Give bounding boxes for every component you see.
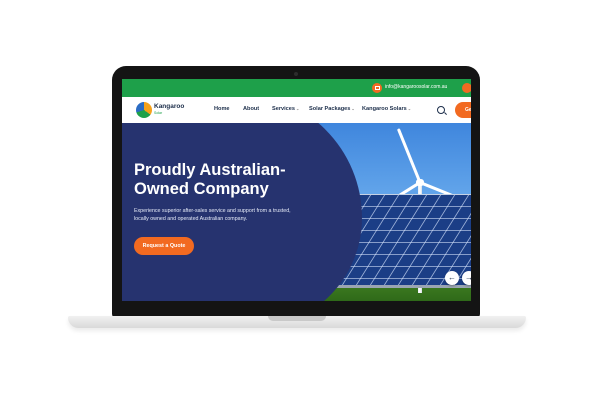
chevron-down-icon: ⌄ <box>351 106 355 111</box>
hero-subtitle: Experience superior after-sales service … <box>134 208 291 222</box>
laptop-notch <box>268 316 326 321</box>
camera-icon <box>294 72 298 76</box>
navbar: Kangaroo Solar Home About Services⌄ Sola… <box>122 97 471 123</box>
hero-title: Proudly Australian-Owned Company <box>134 161 286 198</box>
social-icon[interactable] <box>462 83 471 93</box>
chevron-down-icon: ⌄ <box>407 106 412 111</box>
hero-banner: Proudly Australian-Owned Company Experie… <box>122 123 471 301</box>
nav-item-kangaroo-solars[interactable]: Kangaroo Solars⌄ <box>362 106 411 112</box>
search-icon[interactable] <box>437 106 445 114</box>
turbine-blade <box>396 128 422 184</box>
request-quote-button[interactable]: Request a Quote <box>134 237 194 255</box>
nav-item-solar-packages[interactable]: Solar Packages⌄ <box>309 106 355 112</box>
slider-next-icon[interactable]: → <box>462 271 471 285</box>
mail-icon <box>372 83 382 93</box>
logo-name[interactable]: Kangaroo <box>154 103 184 110</box>
chevron-down-icon: ⌄ <box>296 106 300 111</box>
laptop-screen: info@kangaroosolar.com.au Kangaroo Solar… <box>122 79 471 301</box>
logo-subtitle: Solar <box>154 111 163 115</box>
top-bar: info@kangaroosolar.com.au <box>122 79 471 97</box>
slider-prev-icon[interactable]: ← <box>445 271 459 285</box>
nav-cta-button[interactable]: Get <box>455 102 471 118</box>
turbine-hub <box>416 179 424 186</box>
nav-item-home[interactable]: Home <box>214 106 230 112</box>
topbar-email[interactable]: info@kangaroosolar.com.au <box>385 84 447 90</box>
nav-item-services[interactable]: Services⌄ <box>272 106 299 112</box>
logo-icon[interactable] <box>136 102 152 118</box>
nav-item-about[interactable]: About <box>243 106 259 112</box>
